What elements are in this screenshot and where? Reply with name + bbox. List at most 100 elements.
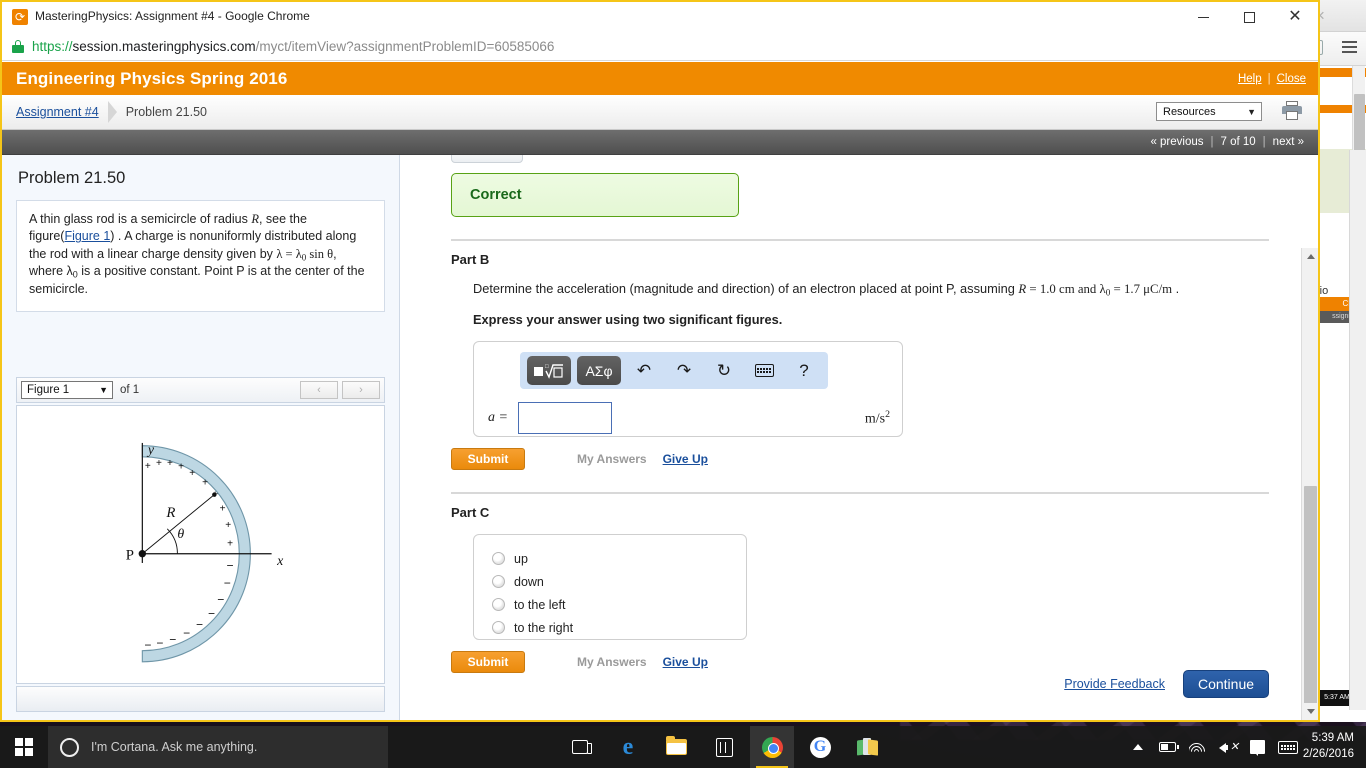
lock-icon [12,39,24,53]
paint-3d-button[interactable] [846,726,890,768]
keyboard-glyph [754,364,774,378]
correct-label: Correct [470,187,522,203]
page-footer: Provide Feedback Continue [1064,670,1269,698]
file-explorer-button[interactable] [654,726,698,768]
system-tray[interactable]: ✕ 5:39 AM 2/26/2016 [1123,726,1366,768]
part-b-question: Determine the acceleration (magnitude an… [473,280,1269,299]
radio-left-icon[interactable] [492,598,505,612]
part-c-divider [451,492,1269,495]
scroll-up-button[interactable] [1302,248,1318,265]
provide-feedback-link[interactable]: Provide Feedback [1064,677,1165,691]
reset-icon[interactable]: ↻ [707,356,741,385]
windows-taskbar[interactable]: I'm Cortana. Ask me anything. e G ✕ 5:39… [0,726,1366,768]
close-link[interactable]: Close [1277,73,1306,85]
problem-content: Correct Part B Determine the acceleratio… [401,155,1301,720]
template-button[interactable]: □ [527,356,571,386]
figure-prev-button[interactable]: ‹ [300,381,338,399]
scrollbar-thumb[interactable] [1304,486,1317,720]
task-view-button[interactable] [558,726,602,768]
address-bar[interactable]: https://session.masteringphysics.com/myc… [2,32,1318,61]
keyboard-icon[interactable] [747,356,781,385]
battery-button[interactable] [1153,726,1183,768]
course-title: Engineering Physics Spring 2016 [16,68,288,88]
part-c-give-up-link[interactable]: Give Up [663,655,708,669]
page-body: Problem 21.50 A thin glass rod is a semi… [2,155,1318,720]
wifi-button[interactable] [1183,726,1213,768]
choice-up[interactable]: up [492,547,746,570]
maximize-button[interactable] [1226,2,1272,32]
google-icon: G [809,736,831,758]
answer-input[interactable] [517,402,612,435]
radio-up-icon[interactable] [492,552,505,566]
problem-navigation-bar[interactable]: « previous | 7 of 10 | next » [2,130,1318,155]
header-links[interactable]: Help | Close [1238,73,1306,85]
cortana-search-box[interactable]: I'm Cortana. Ask me anything. [48,726,388,768]
figure-nav-buttons[interactable]: ‹ › [300,381,380,399]
radio-down-icon[interactable] [492,575,505,589]
figure-footer-bar [16,686,385,712]
statement-text-1: A thin glass rod is a semicircle of radi… [29,212,252,226]
figure-count-label: of 1 [120,384,140,396]
scroll-down-button[interactable] [1302,703,1318,720]
chrome-button[interactable] [750,726,794,768]
window-controls[interactable]: ✕ [1180,2,1318,32]
choice-down[interactable]: down [492,570,746,593]
part-b-my-answers-link[interactable]: My Answers [577,452,647,466]
svg-text:−: − [208,606,215,620]
close-button[interactable]: ✕ [1272,2,1318,32]
undo-icon[interactable]: ↶ [627,356,661,385]
url-text[interactable]: https://session.masteringphysics.com/myc… [32,39,554,54]
edge-button[interactable]: e [606,726,650,768]
next-problem-link[interactable]: next » [1273,136,1304,148]
browser-titlebar[interactable]: ⟳ MasteringPhysics: Assignment #4 - Goog… [2,2,1318,32]
radio-right-icon[interactable] [492,621,505,635]
edge-icon: e [622,733,634,760]
math-editor-toolbar[interactable]: □ ΑΣφ ↶ ↷ ↻ ? [520,352,828,390]
show-hidden-icons-button[interactable] [1123,726,1153,768]
store-button[interactable] [702,726,746,768]
help-icon[interactable]: ? [787,356,821,385]
taskbar-apps[interactable]: e G [558,726,890,768]
part-b-label: Part B [451,252,490,267]
scrolled-partial-button[interactable] [451,155,523,163]
continue-button[interactable]: Continue [1183,670,1269,698]
redo-icon[interactable]: ↷ [667,356,701,385]
choice-to-the-left[interactable]: to the left [492,593,746,616]
minimize-button[interactable] [1180,2,1226,32]
previous-problem-link[interactable]: « previous [1150,136,1203,148]
google-button[interactable]: G [798,726,842,768]
page-scrollbar[interactable] [1301,248,1318,720]
chevron-down-icon: ▼ [99,385,108,395]
resources-dropdown[interactable]: Resources ▼ [1156,102,1262,121]
figure-next-button[interactable]: › [342,381,380,399]
part-c-my-answers-link[interactable]: My Answers [577,655,647,669]
action-center-button[interactable] [1243,726,1273,768]
printer-icon[interactable] [1282,101,1302,120]
svg-text:+: + [156,458,162,469]
part-c-submit-button[interactable]: Submit [451,651,525,674]
part-b-submit-button[interactable]: Submit [451,448,525,471]
part-c-choices: up down to the left to the right [473,534,747,641]
choice-left-label: to the left [514,597,566,612]
taskbar-clock[interactable]: 5:39 AM 2/26/2016 [1303,731,1358,762]
figure-select[interactable]: Figure 1 ▼ [21,381,113,399]
lambda-equation: λ = λ [276,246,302,261]
svg-text:+: + [178,462,184,473]
volume-button[interactable]: ✕ [1213,726,1243,768]
choice-to-the-right[interactable]: to the right [492,616,746,639]
greek-symbols-button[interactable]: ΑΣφ [577,356,621,386]
background-menu-icon[interactable] [1342,41,1357,53]
help-link[interactable]: Help [1238,73,1262,85]
chrome-browser-window[interactable]: ⟳ MasteringPhysics: Assignment #4 - Goog… [0,0,1320,722]
background-inner-scrollbar[interactable] [1349,150,1366,710]
svg-text:P: P [126,547,134,563]
breadcrumb-assignment-link[interactable]: Assignment #4 [16,105,99,119]
undo-glyph: ↶ [636,360,652,380]
start-button[interactable] [0,726,48,768]
task-view-icon [572,740,592,754]
touch-keyboard-button[interactable] [1273,726,1303,768]
breadcrumb-arrow-icon [107,101,117,123]
figure-link[interactable]: Figure 1 [64,229,110,243]
part-b-give-up-link[interactable]: Give Up [663,452,708,466]
svg-text:+: + [212,489,218,500]
